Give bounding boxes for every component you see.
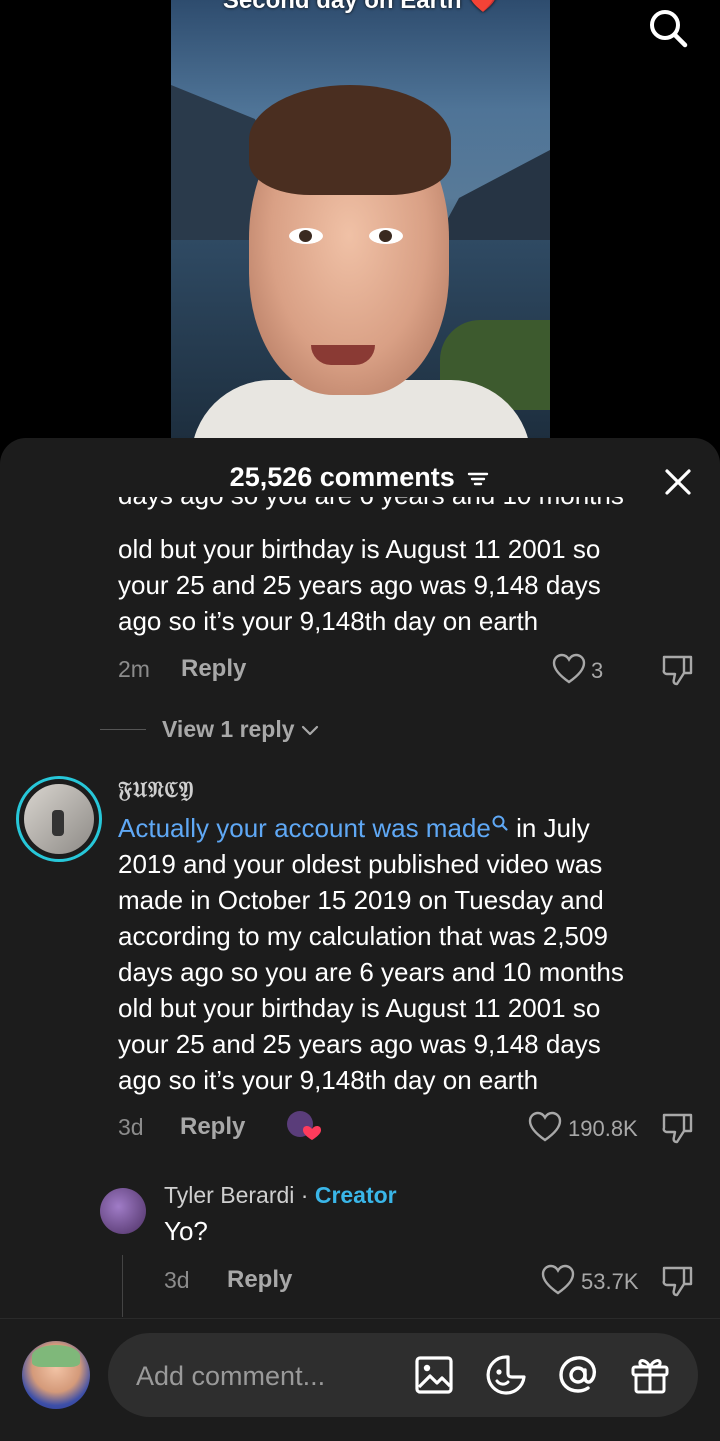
- gift-icon[interactable]: [628, 1353, 672, 1397]
- search-button[interactable]: [646, 6, 690, 50]
- comment-text-fragment: days ago so you are 6 years and 10 month…: [118, 497, 698, 513]
- reply-author: Tyler Berardi · Creator: [164, 1182, 397, 1209]
- heart-icon[interactable]: [552, 653, 586, 685]
- search-icon: [650, 10, 688, 48]
- video-player[interactable]: Second day on Earth ❤️: [171, 0, 550, 440]
- heart-icon[interactable]: [528, 1111, 562, 1143]
- view-replies-label: View 1 reply: [162, 716, 295, 742]
- view-replies-button[interactable]: View 1 reply: [100, 716, 321, 743]
- avatar[interactable]: [100, 1188, 146, 1234]
- author-name[interactable]: Tyler Berardi: [164, 1182, 294, 1208]
- chevron-down-icon: [301, 725, 318, 735]
- comment-text: old but your birthday is August 11 2001 …: [118, 531, 708, 639]
- comment-line: old but your birthday is August 11 2001 …: [118, 534, 601, 564]
- comment-line: ago so it’s your 9,148th day on earth: [118, 1065, 539, 1095]
- search-icon: [492, 815, 508, 831]
- comment-line: 2019 and your oldest published video was: [118, 849, 603, 879]
- comment-line: ago so it’s your 9,148th day on earth: [118, 606, 539, 636]
- comments-header[interactable]: 25,526 comments: [0, 462, 720, 493]
- comment-line: according to my calculation that was 2,5…: [118, 921, 608, 951]
- comment-text: Actually your account was made in July 2…: [118, 810, 708, 1098]
- comments-sheet: 25,526 comments days ago so you are 6 ye…: [0, 438, 720, 1440]
- comment-line: made in October 15 2019 on Tuesday and: [118, 885, 604, 915]
- image-icon[interactable]: [412, 1353, 456, 1397]
- divider: [100, 729, 146, 730]
- comment-line: your 25 and 25 years ago was 9,148 days: [118, 1029, 601, 1059]
- comment-cut-line: days ago so you are 6 years and 10 month…: [118, 497, 698, 519]
- comment-time: 3d: [164, 1267, 190, 1293]
- like-count: 3: [591, 658, 604, 683]
- reply-button[interactable]: Reply: [180, 1113, 245, 1141]
- video-frame-detail: [369, 228, 403, 244]
- like-count: 190.8K: [568, 1116, 638, 1141]
- comment-username[interactable]: 𝔉𝔘𝔑ℭ𝔜: [118, 777, 194, 803]
- comment-line: old but your birthday is August 11 2001 …: [118, 993, 601, 1023]
- separator: ·: [294, 1182, 315, 1208]
- creator-badge: Creator: [314, 1182, 397, 1208]
- thumbs-down-icon[interactable]: [660, 653, 696, 687]
- reply-button[interactable]: Reply: [181, 655, 246, 683]
- sort-icon[interactable]: [466, 469, 490, 489]
- heart-icon[interactable]: [541, 1264, 575, 1296]
- avatar[interactable]: [16, 776, 102, 862]
- reply-button[interactable]: Reply: [227, 1266, 292, 1294]
- reply-text: Yo?: [164, 1216, 208, 1246]
- comment-input[interactable]: [134, 1333, 408, 1419]
- like-count: 53.7K: [581, 1269, 639, 1294]
- close-icon: [665, 469, 691, 495]
- video-frame-detail: [311, 345, 375, 365]
- avatar-image: [24, 784, 94, 854]
- comments-count: 25,526 comments: [229, 462, 455, 492]
- sticker-emoji-icon[interactable]: [484, 1353, 528, 1397]
- comment-box[interactable]: [108, 1333, 698, 1419]
- comment-line: days ago so you are 6 years and 10 month…: [118, 957, 624, 987]
- comment-text-fragment: in July: [508, 813, 590, 843]
- video-caption: Second day on Earth ❤️: [222, 0, 499, 14]
- thumbs-down-icon[interactable]: [660, 1264, 696, 1298]
- comment-line: your 25 and 25 years ago was 9,148 days: [118, 570, 601, 600]
- comment-time: 2m: [118, 656, 150, 682]
- avatar[interactable]: [22, 1341, 90, 1409]
- thread-line: [122, 1255, 123, 1317]
- at-mention-icon[interactable]: [556, 1353, 600, 1397]
- comment-composer-bar: [0, 1318, 720, 1441]
- video-frame-detail: [289, 228, 323, 244]
- search-link[interactable]: Actually your account was made: [118, 813, 491, 843]
- comment-line-first: Actually your account was made in July: [118, 810, 708, 846]
- close-button[interactable]: [660, 464, 696, 500]
- thumbs-down-icon[interactable]: [660, 1111, 696, 1145]
- creator-liked-avatar-icon: [287, 1111, 321, 1140]
- comment-time: 3d: [118, 1114, 144, 1140]
- video-frame-detail: [249, 85, 451, 195]
